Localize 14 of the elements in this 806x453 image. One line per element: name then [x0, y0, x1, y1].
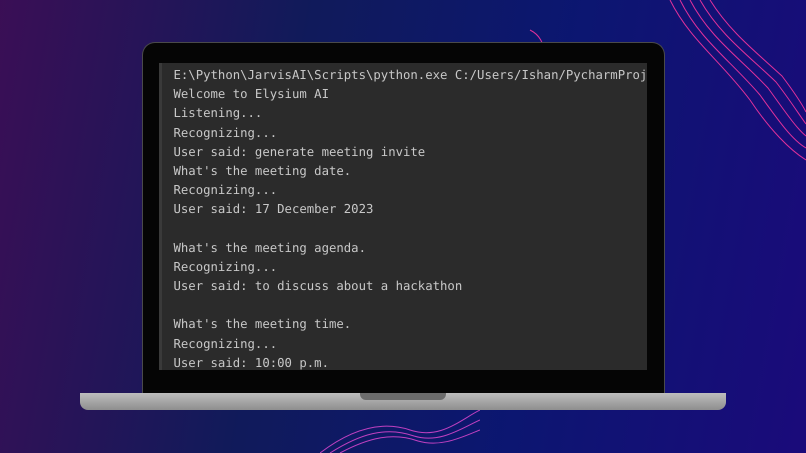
console-line: What's the meeting date.: [174, 162, 352, 180]
console-line: Recognizing...: [174, 182, 278, 200]
console-line: User said: 10:00 p.m.: [174, 354, 329, 370]
console-line: User said: to discuss about a hackathon: [174, 278, 462, 296]
console-line: Welcome to Elysium AI: [174, 86, 329, 104]
console-line: Listening...: [174, 105, 262, 122]
console-line: E:\Python\JarvisAI\Scripts\python.exe C:/Users/Ishan/PycharmProj: [174, 67, 646, 84]
console-line: What's the meeting agenda.: [174, 240, 366, 257]
console-line: Recognizing...: [174, 258, 278, 276]
console-line: User said: 17 December 2023: [174, 201, 374, 218]
console-line: Recognizing...: [174, 336, 278, 353]
console-line: Recognizing...: [174, 124, 278, 142]
console-line: What's the meeting time.: [174, 316, 352, 334]
console-line: User said: generate meeting invite: [174, 144, 426, 161]
